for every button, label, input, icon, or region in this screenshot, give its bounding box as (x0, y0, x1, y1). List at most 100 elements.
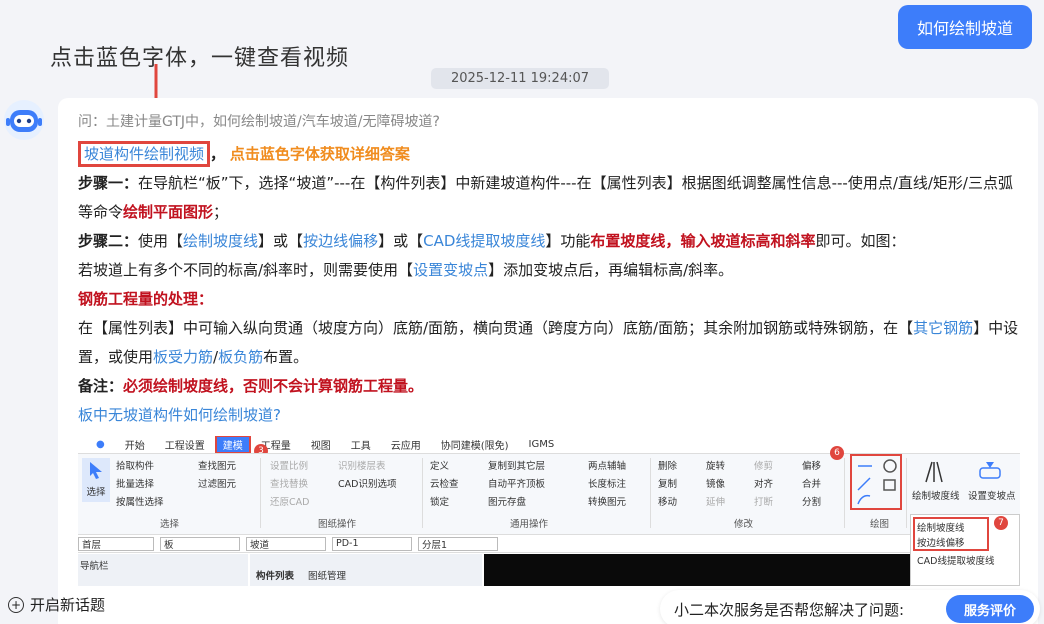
video-hint: 点击蓝色字体获取详细答案 (229, 145, 410, 163)
step2-text: 】或【 (378, 232, 424, 250)
pick-component: 拾取构件 (116, 461, 155, 472)
type-select: 板 (160, 536, 240, 551)
select-by-attr: 按属性选择 (116, 497, 164, 508)
find-element: 查找图元 (198, 461, 237, 472)
step1-end: ； (213, 203, 229, 221)
link-cad-extract[interactable]: CAD线提取坡度线 (423, 232, 545, 250)
comma: ， (210, 145, 226, 163)
move: 移动 (658, 497, 678, 508)
ribbon-separator (906, 458, 907, 528)
draw-slope-tool: 绘制坡度线 (912, 491, 960, 502)
step2-bold: 布置坡度线 (590, 232, 666, 250)
two-point-axis: 两点辅轴 (588, 461, 627, 472)
note-bold: 必须绘制坡度线，否则不会计算钢筋工程量。 (123, 377, 424, 395)
step2-label: 步骤二： (78, 232, 139, 250)
rebar-text: 在【属性列表】中可输入纵向贯通（坡度方向）底筋/面筋，横向贯通（跨度方向）底筋/… (78, 319, 914, 337)
video-link[interactable]: 坡道构件绘制视频 (78, 141, 211, 167)
set-point-icon (979, 462, 1001, 479)
find-replace: 查找替换 (270, 479, 309, 490)
step2-bold: 输入坡道标高和斜率 (680, 232, 816, 250)
new-topic-button[interactable]: + 开启新话题 (8, 594, 105, 615)
cad-screenshot: ● 开始 工程设置 建模 工程量 视图 工具 云应用 协同建模(限免) IGMS… (78, 436, 1020, 586)
cad-nav-panel: 导航栏 (78, 554, 248, 586)
cad-props-bar: 首层 板 坡道 PD-1 分层1 (78, 535, 1020, 553)
length-mark: 长度标注 (588, 479, 627, 490)
section-select: 选择 (160, 519, 180, 530)
auto-level: 自动平齐顶板 (488, 479, 546, 490)
annotation-text: 点击蓝色字体，一键查看视频 (50, 46, 350, 71)
section-modify: 修改 (734, 519, 754, 530)
ribbon-separator (422, 458, 423, 528)
trim: 修剪 (754, 461, 774, 472)
list-tab: 构件列表 (256, 571, 295, 582)
link-offset-edge[interactable]: 按边线偏移 (303, 232, 378, 250)
cad-tab: IGMS (528, 439, 555, 450)
set-point-tool: 设置变坡点 (968, 491, 1016, 502)
step2-text: 若坡道上有多个不同的标高/斜率时，则需要使用【 (78, 261, 414, 279)
section-draw: 绘图 (870, 519, 890, 530)
link-draw-slope[interactable]: 绘制坡度线 (183, 232, 258, 250)
step2-text: 】添加变坡点后，再编辑标高/斜率。 (488, 261, 734, 279)
cad-canvas (484, 554, 912, 586)
answer-body: 坡道构件绘制视频， 点击蓝色字体获取详细答案 步骤一：在导航栏“板”下，选择“坡… (78, 140, 1024, 430)
set-scale: 设置比例 (270, 461, 309, 472)
section-drawing: 图纸操作 (318, 519, 357, 530)
dropdown-item: 绘制坡度线 (913, 517, 989, 534)
component-select: PD-1 (332, 536, 412, 551)
dropdown-item: CAD线提取坡度线 (917, 555, 995, 567)
step2-bold: ， (665, 232, 681, 250)
link-slab-neg-rebar[interactable]: 板负筋 (218, 348, 263, 366)
align: 对齐 (754, 479, 774, 490)
step-badge: 6 (830, 446, 844, 460)
cad-tab-active: 建模 (214, 436, 251, 454)
extend: 延伸 (706, 497, 726, 508)
link-other-rebar[interactable]: 其它钢筋 (913, 319, 973, 337)
merge: 合并 (802, 479, 822, 490)
step2-text: 】功能 (545, 232, 591, 250)
cursor-icon (90, 462, 102, 479)
link-set-point[interactable]: 设置变坡点 (413, 261, 488, 279)
cad-tab: 云应用 (390, 441, 421, 452)
subtype-select: 坡道 (246, 536, 326, 551)
link-no-ramp[interactable]: 板中无坡道构件如何绘制坡道? (78, 406, 281, 424)
rebar-title: 钢筋工程量的处理： (78, 290, 214, 308)
define: 定义 (430, 461, 450, 472)
cad-tab: 开始 (124, 441, 145, 452)
ribbon-separator (844, 458, 845, 528)
lock: 锁定 (430, 497, 450, 508)
slope-line-icon (925, 461, 943, 483)
feedback-question: 小二本次服务是否帮您解决了问题: (674, 600, 905, 619)
feedback-button[interactable]: 服务评价 (946, 595, 1034, 623)
cad-ribbon: 选择 拾取构件 批量选择 按属性选择 查找图元 过滤图元 选择 设置比例 识别楼… (78, 446, 1020, 535)
cad-options: CAD识别选项 (338, 479, 397, 490)
break: 打断 (754, 497, 774, 508)
timestamp: 2025-12-11 19:24:07 (431, 68, 609, 89)
bot-avatar-icon (4, 100, 44, 140)
ribbon-separator (260, 458, 261, 528)
cad-ribbon-tabs: ● 开始 工程设置 建模 工程量 视图 工具 云应用 协同建模(限免) IGMS (78, 436, 1020, 454)
cad-tab: 工程设置 (164, 441, 205, 452)
split: 分割 (802, 497, 822, 508)
delete: 删除 (658, 461, 678, 472)
feedback-bar: 小二本次服务是否帮您解决了问题: 服务评价 (660, 590, 1040, 624)
rebar-text: 布置。 (263, 348, 309, 366)
link-slab-rebar[interactable]: 板受力筋 (153, 348, 213, 366)
cad-tab: 协同建模(限免) (440, 441, 509, 452)
draw-tools-icon (857, 459, 897, 505)
dropdown-item: 按边线偏移 (913, 534, 989, 551)
question-text: 问：土建计量GTJ中，如何绘制坡道/汽车坡道/无障碍坡道? (78, 114, 440, 130)
step2-text: 】或【 (258, 232, 304, 250)
step2-text: 使用【 (138, 232, 184, 250)
rotate: 旋转 (706, 461, 726, 472)
identify-floors: 识别楼层表 (338, 461, 386, 472)
new-topic-label: 开启新话题 (30, 596, 106, 614)
mirror: 镜像 (706, 479, 726, 490)
note-label: 备注： (78, 377, 124, 395)
restore-cad: 还原CAD (270, 497, 310, 508)
cad-tab: 工具 (350, 441, 371, 452)
batch-select: 批量选择 (116, 479, 155, 490)
section-common: 通用操作 (510, 519, 549, 530)
user-message-bubble: 如何绘制坡道 (898, 5, 1032, 49)
app-dot-icon: ● (96, 439, 105, 450)
offset: 偏移 (802, 461, 822, 472)
